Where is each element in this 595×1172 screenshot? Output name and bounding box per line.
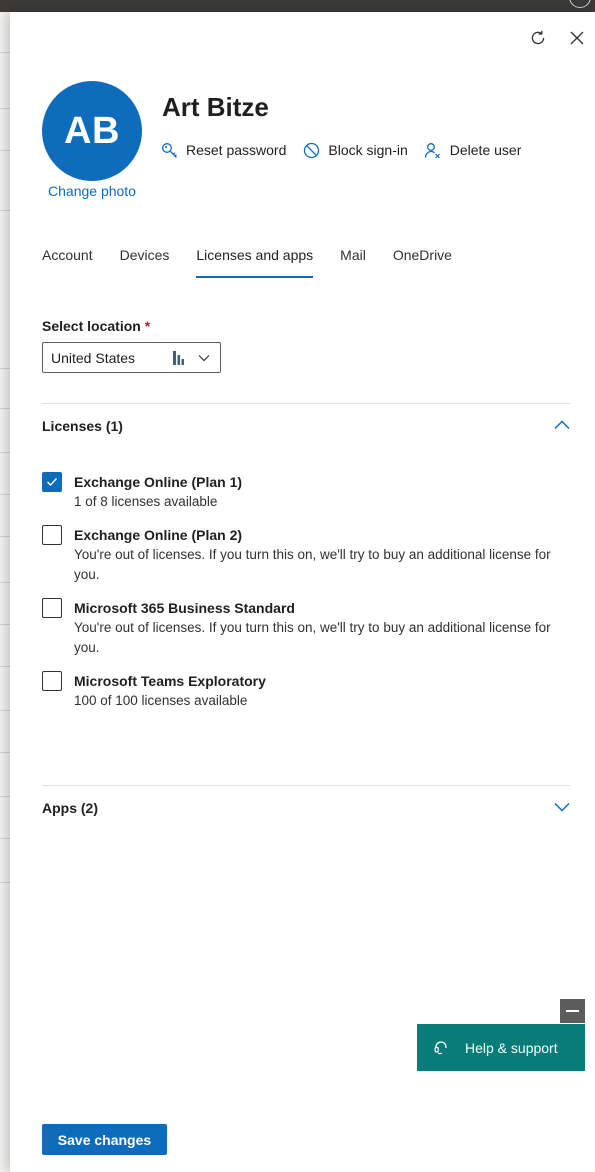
tab-devices[interactable]: Devices [120, 242, 170, 278]
license-desc: 1 of 8 licenses available [74, 494, 218, 509]
help-support-button[interactable]: Help & support [417, 1024, 585, 1071]
reset-password-button[interactable]: Reset password [160, 139, 286, 161]
tab-onedrive[interactable]: OneDrive [393, 242, 452, 278]
license-checkbox-teams-exploratory[interactable] [42, 671, 62, 691]
apps-section-header[interactable]: Apps (2) [42, 797, 570, 819]
license-desc: 100 of 100 licenses available [74, 693, 248, 708]
location-value: United States [51, 349, 136, 366]
minimize-icon [566, 1010, 579, 1012]
minimize-help-button[interactable] [560, 999, 585, 1023]
change-photo-link[interactable]: Change photo [42, 183, 142, 199]
save-changes-button[interactable]: Save changes [42, 1124, 167, 1155]
reset-password-label: Reset password [186, 142, 287, 158]
user-name: Art Bitze [162, 92, 269, 122]
licenses-section-header[interactable]: Licenses (1) [42, 415, 570, 437]
license-item: Microsoft 365 Business Standard You're o… [42, 598, 570, 658]
close-icon[interactable] [566, 27, 588, 49]
select-location-label: Select location * [42, 318, 150, 334]
select-location-text: Select location [42, 318, 141, 334]
delete-user-icon [424, 141, 442, 159]
delete-user-label: Delete user [449, 142, 522, 158]
license-item: Exchange Online (Plan 1) 1 of 8 licenses… [42, 472, 570, 512]
divider [42, 785, 570, 786]
autofill-icon [172, 350, 184, 365]
chevron-down-icon [554, 799, 570, 817]
tab-mail[interactable]: Mail [340, 242, 366, 278]
tab-account[interactable]: Account [42, 242, 93, 278]
headset-icon [434, 1040, 450, 1056]
location-dropdown[interactable]: United States [42, 342, 221, 373]
license-item: Exchange Online (Plan 2) You're out of l… [42, 525, 570, 585]
license-title: Microsoft 365 Business Standard [74, 600, 295, 616]
licenses-header-label: Licenses (1) [42, 418, 123, 434]
license-title: Exchange Online (Plan 2) [74, 527, 243, 543]
help-support-label: Help & support [465, 1039, 558, 1056]
chevron-up-icon [554, 417, 570, 435]
avatar: AB [42, 81, 142, 181]
license-desc: You're out of licenses. If you turn this… [74, 620, 551, 655]
chevron-down-icon [198, 354, 210, 362]
apps-header-label: Apps (2) [42, 800, 98, 816]
tab-bar: Account Devices Licenses and apps Mail O… [42, 242, 479, 278]
top-bar [0, 0, 595, 12]
license-title: Microsoft Teams Exploratory [74, 673, 266, 689]
license-desc: You're out of licenses. If you turn this… [74, 547, 551, 582]
delete-user-button[interactable]: Delete user [424, 139, 522, 161]
checkmark-icon [47, 478, 58, 487]
required-mark: * [144, 318, 151, 334]
background-list-edge [0, 12, 10, 1172]
account-circle-icon[interactable] [569, 0, 591, 8]
user-details-panel: AB Change photo Art Bitze Reset password… [10, 12, 595, 1172]
block-icon [302, 141, 320, 159]
tab-licenses-and-apps[interactable]: Licenses and apps [196, 242, 313, 278]
license-checkbox-exchange-plan-1[interactable] [42, 472, 62, 492]
refresh-icon[interactable] [527, 27, 549, 49]
license-title: Exchange Online (Plan 1) [74, 474, 243, 490]
key-icon [160, 141, 178, 159]
block-sign-in-label: Block sign-in [328, 142, 408, 158]
user-actions: Reset password Block sign-in Delete user [160, 139, 537, 161]
license-checkbox-m365-business-standard[interactable] [42, 598, 62, 618]
license-item: Microsoft Teams Exploratory 100 of 100 l… [42, 671, 570, 711]
license-checkbox-exchange-plan-2[interactable] [42, 525, 62, 545]
block-sign-in-button[interactable]: Block sign-in [302, 139, 408, 161]
divider [42, 403, 570, 404]
